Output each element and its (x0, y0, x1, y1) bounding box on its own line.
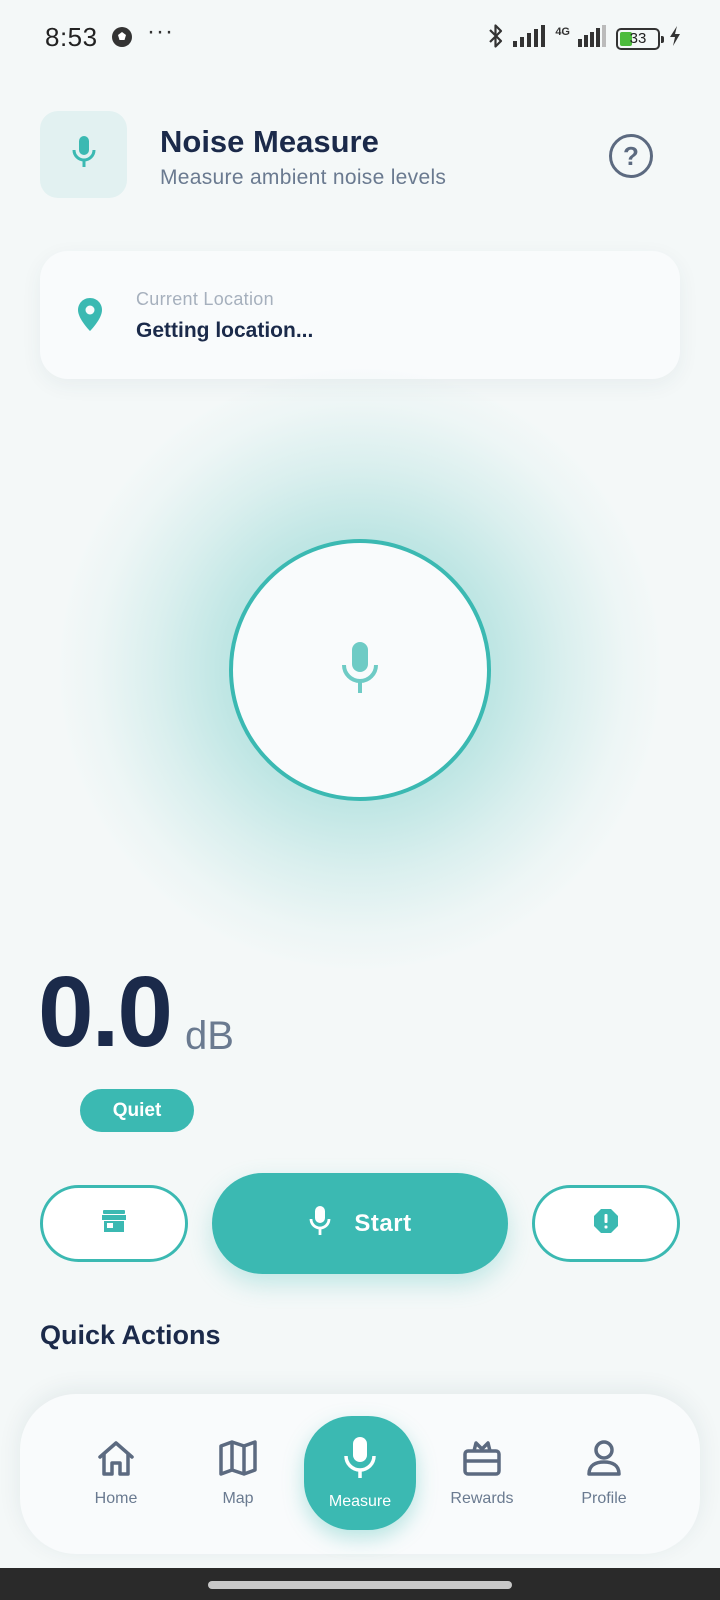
mic-icon (69, 134, 99, 175)
location-card: Current Location Getting location... (40, 251, 680, 379)
status-bar: 8:53 ··· 4G 33 (0, 0, 720, 78)
store-icon (101, 1209, 127, 1238)
start-button[interactable]: Start (212, 1173, 508, 1274)
location-value: Getting location... (136, 319, 314, 342)
report-alert-icon (593, 1208, 619, 1239)
nav-label-profile: Profile (581, 1489, 627, 1507)
network-type: 4G (555, 25, 570, 38)
battery-level: 33 (629, 30, 647, 47)
more-notifications-icon: ··· (147, 18, 174, 45)
nav-label-home: Home (94, 1489, 138, 1507)
mic-icon (338, 640, 382, 701)
battery-icon: 33 (616, 27, 664, 50)
page-title: Noise Measure (160, 124, 379, 159)
mic-icon (342, 1436, 378, 1485)
home-icon (96, 1439, 136, 1482)
location-label: Current Location (136, 289, 274, 309)
status-time: 8:53 (45, 22, 98, 52)
map-icon (218, 1439, 258, 1482)
charging-icon (668, 25, 682, 52)
home-gesture-handle[interactable] (208, 1581, 512, 1589)
location-pin-icon (77, 297, 103, 338)
nav-item-home[interactable]: Home (60, 1416, 172, 1530)
status-indicators: 4G 33 (487, 22, 682, 55)
person-icon (584, 1439, 624, 1482)
report-button[interactable] (532, 1185, 680, 1262)
mic-circle-button[interactable] (229, 539, 491, 801)
nav-label-rewards: Rewards (450, 1489, 514, 1507)
nav-item-rewards[interactable]: Rewards (426, 1416, 538, 1530)
decibel-unit: dB (185, 1014, 234, 1058)
signal-strength-4g-icon (578, 25, 608, 52)
soccer-ball-icon (111, 26, 133, 53)
nav-item-map[interactable]: Map (182, 1416, 294, 1530)
nav-item-measure[interactable]: Measure (304, 1416, 416, 1530)
quick-actions-heading: Quick Actions (40, 1320, 221, 1350)
decibel-value: 0.0 (38, 956, 173, 1068)
page-subtitle: Measure ambient noise levels (160, 166, 447, 189)
nav-label-map: Map (222, 1489, 254, 1507)
help-icon: ? (623, 140, 639, 171)
app-logo (40, 111, 127, 198)
store-button[interactable] (40, 1185, 188, 1262)
nav-label-measure: Measure (328, 1492, 392, 1510)
help-button[interactable]: ? (609, 134, 653, 178)
bottom-nav: Home Map Measure Rewards Profile (20, 1394, 700, 1554)
start-button-label: Start (354, 1209, 412, 1237)
bluetooth-icon (487, 22, 505, 55)
mic-icon (308, 1205, 332, 1242)
signal-strength-icon (513, 25, 547, 52)
nav-item-profile[interactable]: Profile (548, 1416, 660, 1530)
gift-icon (462, 1439, 502, 1482)
noise-level-badge: Quiet (80, 1089, 194, 1132)
